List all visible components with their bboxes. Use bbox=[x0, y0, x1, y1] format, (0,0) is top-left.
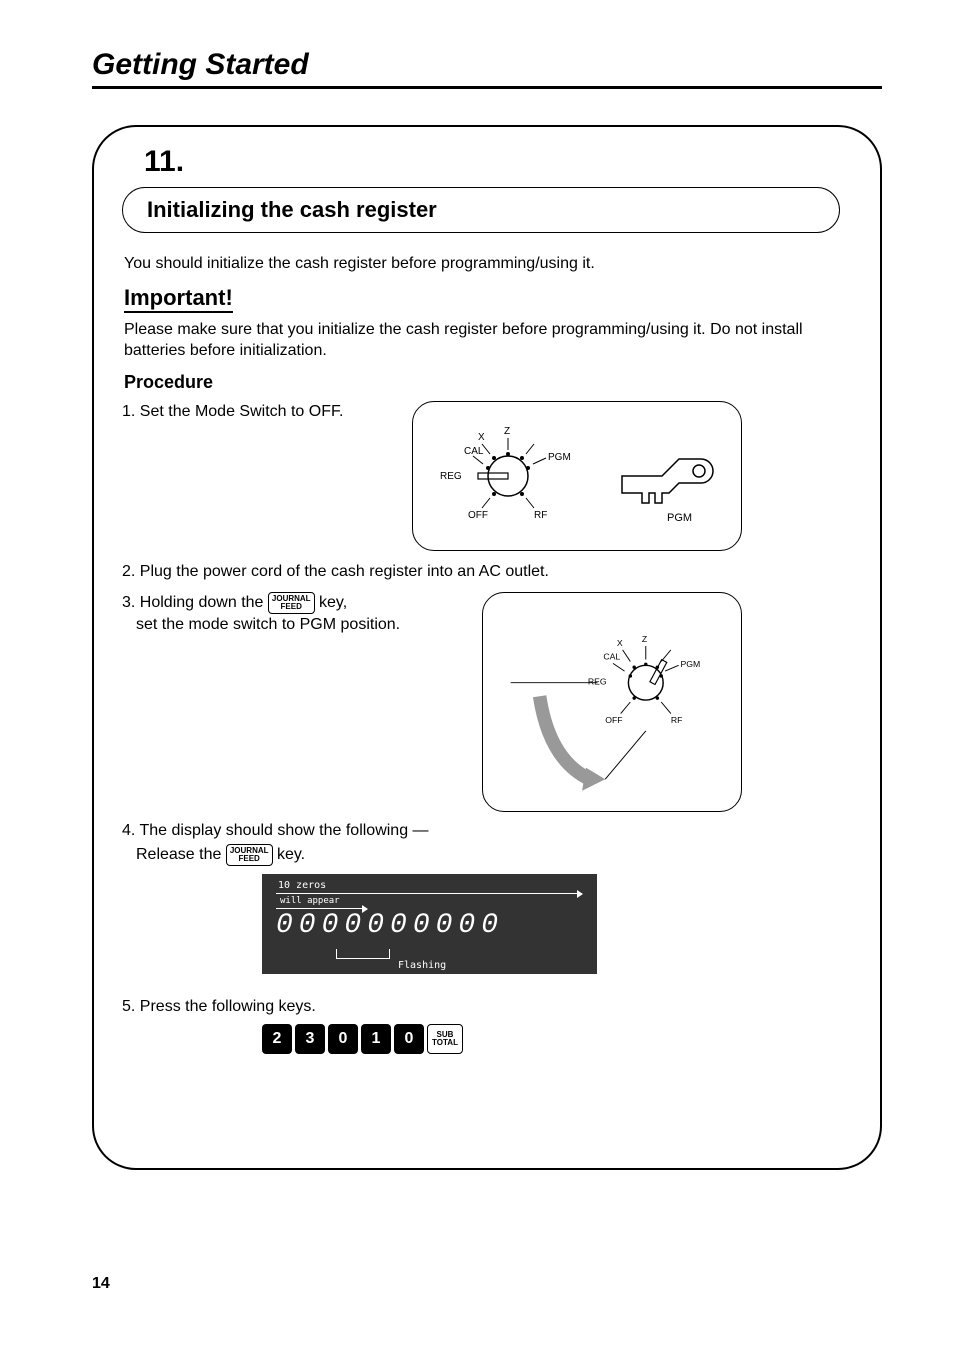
svg-text:REG: REG bbox=[588, 677, 607, 687]
step3-num: 3. bbox=[122, 595, 135, 612]
intro-text: You should initialize the cash register … bbox=[124, 253, 840, 275]
display-sub-label: will appear bbox=[280, 896, 340, 906]
step4-num: 4. bbox=[122, 822, 135, 839]
mode-switch-pgm-illustration: CAL X Z PGM REG OFF RF bbox=[482, 592, 742, 812]
svg-text:RF: RF bbox=[671, 716, 683, 726]
step3-text-c: set the mode switch to PGM position. bbox=[136, 614, 412, 636]
key-line2: FEED bbox=[281, 603, 302, 611]
step3-text-a: Holding down the bbox=[140, 595, 268, 612]
svg-text:PGM: PGM bbox=[667, 512, 692, 524]
section-pill-text: Initializing the cash register bbox=[147, 197, 437, 223]
procedure-step-4: 4. The display should show the following… bbox=[122, 822, 840, 974]
svg-text:Z: Z bbox=[504, 426, 510, 437]
svg-text:OFF: OFF bbox=[468, 510, 488, 521]
register-display-illustration: 10 zeros will appear 0000000000 Flashing bbox=[262, 874, 597, 974]
step1-text: Set the Mode Switch to OFF. bbox=[140, 403, 344, 420]
procedure-step-2: 2. Plug the power cord of the cash regis… bbox=[122, 561, 840, 583]
svg-text:REG: REG bbox=[440, 471, 462, 482]
page-title: Getting Started bbox=[92, 48, 882, 89]
step5-text: Press the following keys. bbox=[140, 998, 316, 1015]
important-body: Please make sure that you initialize the… bbox=[124, 319, 840, 362]
key-sequence: 2 3 0 1 0 SUB TOTAL bbox=[262, 1024, 463, 1054]
mode-dial-icon: CAL X Z PGM REG OFF RF bbox=[438, 416, 578, 536]
display-arrow-line bbox=[276, 893, 582, 894]
svg-text:CAL: CAL bbox=[603, 652, 620, 662]
display-bracket bbox=[336, 949, 390, 959]
page-number: 14 bbox=[92, 1275, 110, 1293]
svg-text:Z: Z bbox=[642, 635, 648, 645]
display-zeros: 0000000000 bbox=[276, 910, 504, 941]
svg-text:OFF: OFF bbox=[605, 716, 622, 726]
procedure-heading: Procedure bbox=[124, 372, 840, 393]
step4-text-b: Release the bbox=[136, 847, 226, 864]
section-pill: Initializing the cash register bbox=[122, 187, 840, 233]
step5-num: 5. bbox=[122, 998, 135, 1015]
svg-text:PGM: PGM bbox=[548, 452, 571, 463]
mode-dial-pgm-icon: CAL X Z PGM REG OFF RF bbox=[501, 602, 723, 802]
step3-text-b: key, bbox=[319, 595, 347, 612]
mode-switch-off-illustration: CAL X Z PGM REG OFF RF PGM bbox=[412, 401, 742, 551]
procedure-step-5: 5. Press the following keys. 2 3 0 1 0 S… bbox=[122, 998, 840, 1054]
svg-text:CAL: CAL bbox=[464, 446, 484, 457]
step4-text-a: The display should show the following — bbox=[140, 822, 429, 839]
num-key-2: 2 bbox=[262, 1024, 292, 1054]
key-pgm-icon: PGM bbox=[607, 421, 717, 531]
svg-text:PGM: PGM bbox=[681, 660, 701, 670]
display-flash-label: Flashing bbox=[398, 960, 446, 971]
step2-text: Plug the power cord of the cash register… bbox=[140, 563, 549, 580]
step1-num: 1. bbox=[122, 403, 135, 420]
num-key-1: 1 bbox=[361, 1024, 391, 1054]
subtotal-line2: TOTAL bbox=[432, 1039, 458, 1047]
right-arrow-icon bbox=[577, 890, 583, 898]
important-heading: Important! bbox=[124, 285, 233, 313]
main-content-box: 11. Initializing the cash register You s… bbox=[92, 125, 882, 1170]
svg-text:X: X bbox=[617, 638, 623, 648]
step-number-heading: 11. bbox=[144, 145, 840, 179]
procedure-step-1: 1. Set the Mode Switch to OFF. bbox=[122, 401, 840, 551]
num-key-0a: 0 bbox=[328, 1024, 358, 1054]
svg-text:RF: RF bbox=[534, 510, 547, 521]
step2-num: 2. bbox=[122, 563, 135, 580]
svg-text:X: X bbox=[478, 432, 485, 443]
step4-text-c: key. bbox=[277, 847, 305, 864]
journal-feed-key-icon-1: JOURNAL FEED bbox=[268, 592, 315, 614]
sub-total-key: SUB TOTAL bbox=[427, 1024, 463, 1054]
key2-line2: FEED bbox=[239, 855, 260, 863]
num-key-0b: 0 bbox=[394, 1024, 424, 1054]
num-key-3: 3 bbox=[295, 1024, 325, 1054]
display-top-label: 10 zeros bbox=[278, 880, 326, 891]
journal-feed-key-icon-2: JOURNAL FEED bbox=[226, 844, 273, 866]
display-sub-arrow-line bbox=[276, 908, 366, 909]
procedure-step-3: 3. Holding down the JOURNAL FEED key, se… bbox=[122, 592, 840, 812]
